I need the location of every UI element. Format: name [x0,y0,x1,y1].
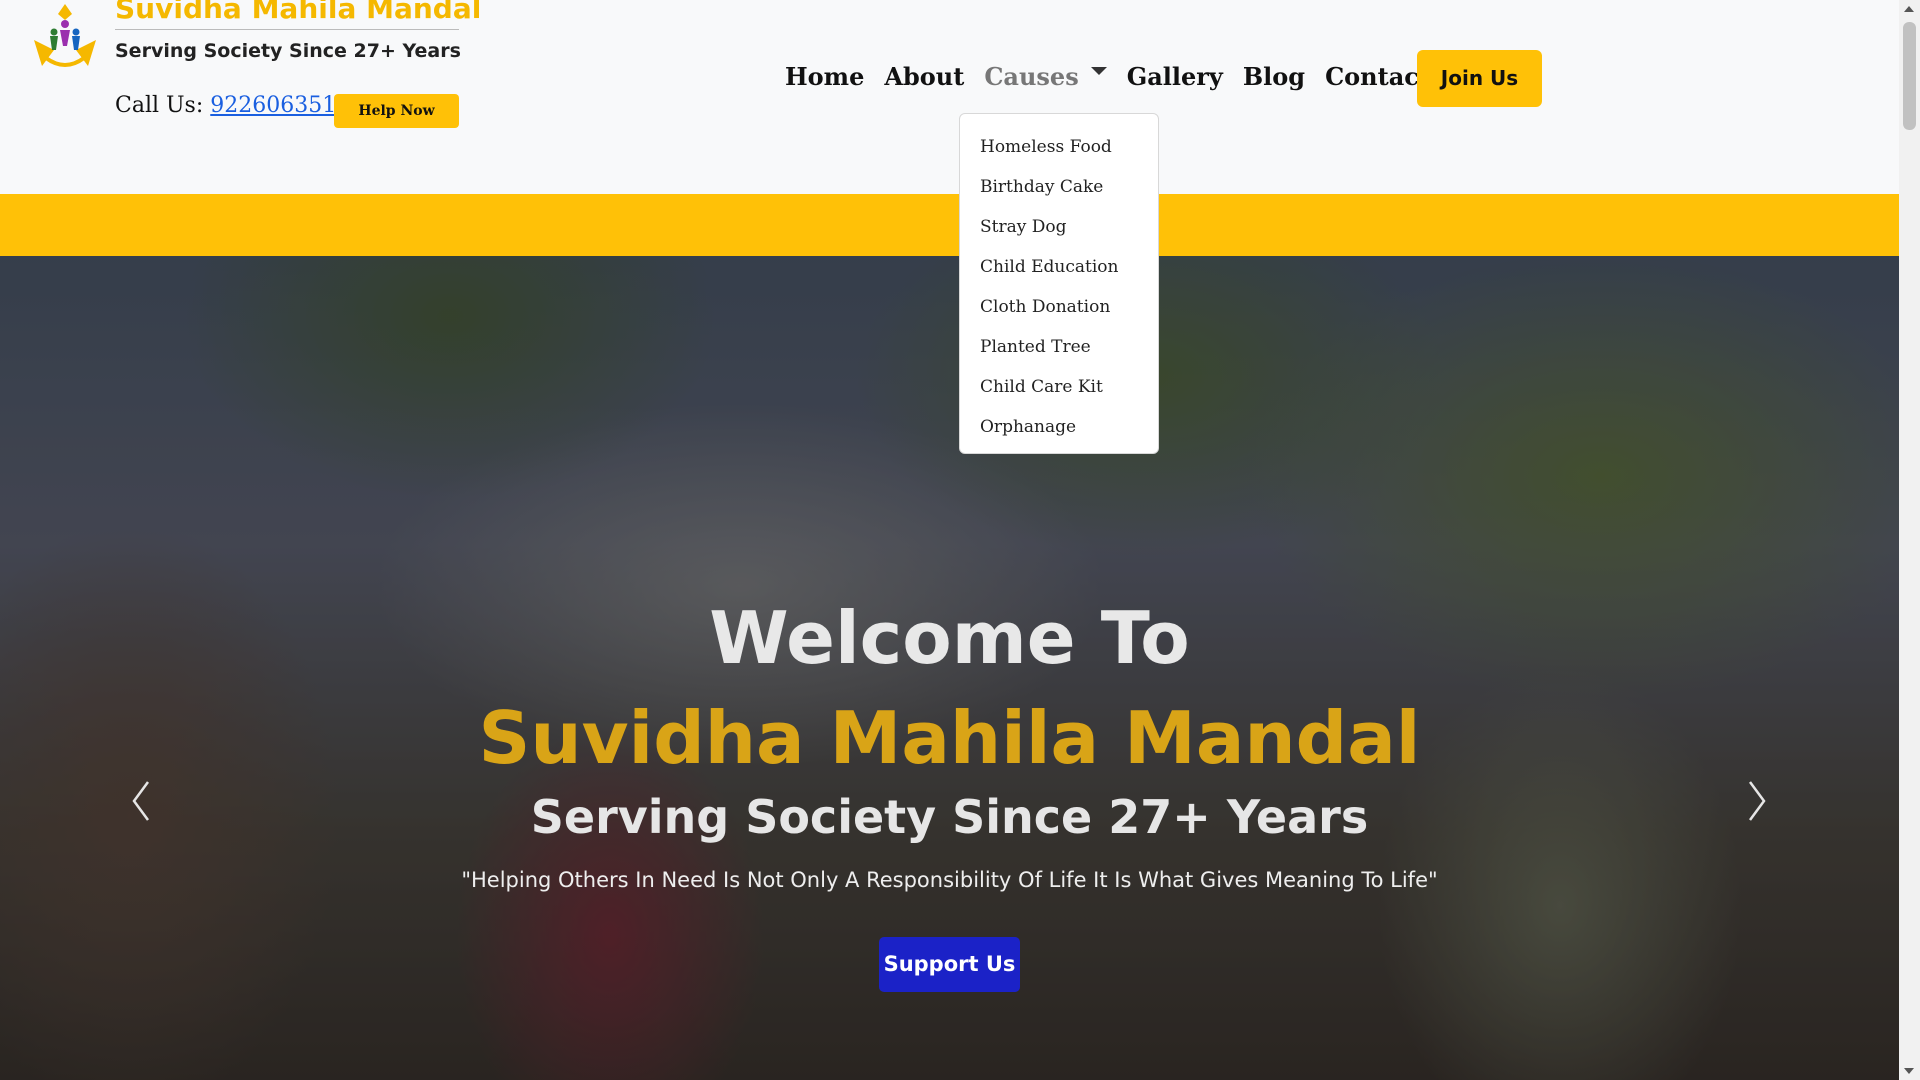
yellow-banner-strip [0,194,1899,256]
phone-link[interactable]: 9226063511 [210,93,350,118]
chevron-left-icon[interactable] [126,776,156,826]
support-us-button[interactable]: Support Us [879,937,1020,992]
join-us-button[interactable]: Join Us [1417,50,1542,107]
dropdown-item-orphanage[interactable]: Orphanage [960,407,1158,447]
scroll-down-arrow[interactable] [1904,1068,1914,1074]
brand-name[interactable]: Suvidha Mahila Mandal [115,0,481,25]
hero-carousel: Welcome To Suvidha Mahila Mandal Serving… [0,256,1899,1080]
brand-divider [115,29,459,30]
dropdown-item-planted-tree[interactable]: Planted Tree [960,327,1158,367]
hero-org-name: Suvidha Mahila Mandal [478,696,1421,780]
dropdown-item-stray-dog[interactable]: Stray Dog [960,207,1158,247]
dropdown-item-homeless-food[interactable]: Homeless Food [960,127,1158,167]
scroll-up-arrow[interactable] [1904,6,1914,12]
causes-dropdown: Homeless Food Birthday Cake Stray Dog Ch… [959,113,1159,454]
nav-causes-label: Causes [984,62,1079,91]
page-scrollbar[interactable] [1899,0,1920,1080]
site-header: Suvidha Mahila Mandal Serving Society Si… [0,0,1899,194]
brand-tagline: Serving Society Since 27+ Years [115,40,461,62]
dropdown-item-cloth-donation[interactable]: Cloth Donation [960,287,1158,327]
dropdown-item-child-education[interactable]: Child Education [960,247,1158,287]
main-nav: Home About Causes Gallery Blog Contact [785,62,1450,91]
nav-causes[interactable]: Causes [984,62,1107,91]
call-us: Call Us: 9226063511 [115,93,350,118]
nav-about[interactable]: About [884,62,964,91]
scroll-thumb[interactable] [1903,22,1916,130]
nav-blog[interactable]: Blog [1243,62,1305,91]
nav-home[interactable]: Home [785,62,864,91]
dropdown-item-child-care-kit[interactable]: Child Care Kit [960,367,1158,407]
hero-serving: Serving Society Since 27+ Years [530,790,1369,844]
dropdown-item-birthday-cake[interactable]: Birthday Cake [960,167,1158,207]
hero-welcome: Welcome To [709,596,1190,680]
call-label: Call Us: [115,93,204,118]
nav-contact[interactable]: Contact [1325,62,1430,91]
logo[interactable] [24,0,106,72]
chevron-right-icon[interactable] [1742,776,1772,826]
caret-down-icon [1090,66,1107,75]
hero-quote: "Helping Others In Need Is Not Only A Re… [461,868,1438,892]
nav-gallery[interactable]: Gallery [1127,62,1223,91]
help-now-button[interactable]: Help Now [334,94,459,128]
